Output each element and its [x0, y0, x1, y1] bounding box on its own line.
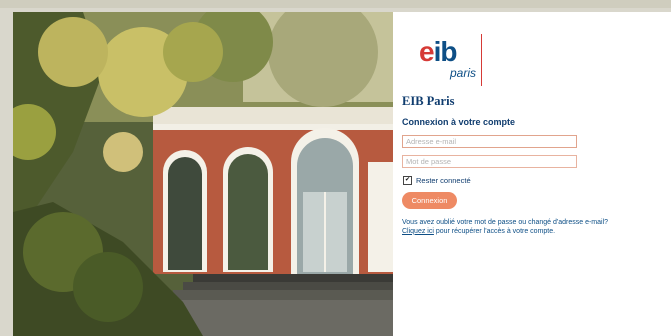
logo-ib: ib: [433, 36, 458, 67]
login-button[interactable]: Connexion: [402, 192, 457, 209]
top-bar: [0, 0, 671, 8]
eib-logo: eib paris: [403, 22, 483, 86]
login-panel: eib paris EIB Paris Connexion à votre co…: [393, 12, 671, 336]
password-input[interactable]: [402, 155, 577, 168]
logo-sub: paris: [450, 66, 477, 80]
logo-text: eib: [419, 36, 458, 68]
logo-e-mark: e: [419, 36, 435, 67]
org-name: EIB Paris: [402, 94, 455, 108]
help-line-1: Vous avez oublié votre mot de passe ou c…: [402, 219, 609, 226]
login-heading: Connexion à votre compte: [402, 117, 516, 127]
building-photo: [13, 12, 393, 336]
remember-checkbox[interactable]: ✔: [403, 175, 412, 185]
remember-me[interactable]: ✔ Rester connecté: [403, 175, 471, 185]
email-input[interactable]: [402, 135, 577, 148]
logo-divider: [481, 34, 482, 86]
recover-link[interactable]: Cliquez ici: [402, 228, 434, 235]
help-line-2: pour récupérer l'accès à votre compte.: [433, 227, 556, 235]
remember-label: Rester connecté: [416, 175, 471, 185]
help-text: Vous avez oublié votre mot de passe ou c…: [402, 219, 664, 236]
